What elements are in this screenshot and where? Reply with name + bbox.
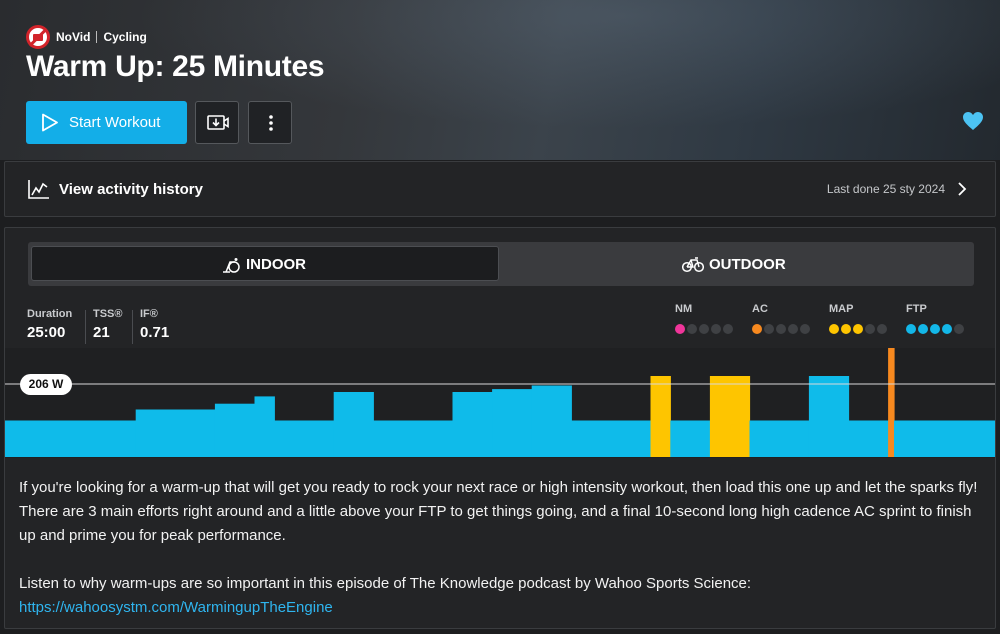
rating-dot [853, 324, 863, 334]
rating-dot [877, 324, 887, 334]
indoor-trainer-icon [223, 257, 240, 273]
interval-bar [135, 409, 216, 457]
zone-map: MAP [829, 303, 887, 334]
rating-dot [687, 324, 697, 334]
if-value: 0.71 [140, 324, 170, 341]
bicycle-icon [682, 256, 704, 272]
chevron-right-icon [958, 182, 967, 196]
rating-dot [711, 324, 721, 334]
play-icon [42, 113, 58, 132]
rating-dot [829, 324, 839, 334]
rating-dot [776, 324, 786, 334]
interval-bar [531, 385, 572, 457]
rating-dot [906, 324, 916, 334]
favorite-heart-icon[interactable] [962, 111, 984, 131]
interval-bar [333, 392, 374, 457]
activity-chart-icon [28, 180, 49, 199]
brand-divider [96, 31, 98, 43]
interval-bar [894, 420, 996, 457]
rating-dot [699, 324, 709, 334]
more-options-button[interactable] [248, 101, 292, 144]
workout-profile-svg [5, 347, 996, 457]
novid-logo-icon [26, 25, 50, 49]
outdoor-text: OUTDOOR [709, 256, 786, 273]
tss-label: TSS® [93, 308, 123, 320]
stat-if[interactable]: IF® 0.71 [140, 308, 169, 341]
interval-bar [373, 420, 454, 457]
interval-bar [274, 420, 335, 457]
start-workout-label: Start Workout [69, 114, 161, 131]
duration-label: Duration [27, 308, 73, 320]
workout-profile-chart: 206 W [5, 347, 996, 458]
interval-bar [670, 420, 711, 457]
duration-value: 25:00 [27, 324, 66, 341]
zone-rating-dots [752, 324, 810, 334]
rating-dot [752, 324, 762, 334]
more-vertical-icon [269, 115, 273, 131]
interval-bar [214, 403, 256, 457]
rating-dot [675, 324, 685, 334]
brand: NoVid Cycling [26, 25, 147, 49]
mode-toggle: INDOOR OUTDOOR [28, 242, 974, 286]
indoor-text: INDOOR [246, 256, 306, 273]
tss-value: 21 [93, 324, 110, 341]
zone-label: NM [675, 303, 693, 315]
stat-tss[interactable]: TSS® 21 [93, 308, 123, 341]
rating-dot [723, 324, 733, 334]
view-history-label: View activity history [59, 181, 203, 198]
ftp-watts-label: 206 W [20, 374, 72, 395]
interval-bar [808, 376, 850, 457]
podcast-link[interactable]: https://wahoosystm.com/WarmingupTheEngin… [19, 599, 333, 616]
rating-dot [865, 324, 875, 334]
rating-dot [800, 324, 810, 334]
interval-bar [709, 376, 751, 457]
interval-bar [452, 392, 493, 457]
interval-bar [492, 389, 533, 457]
download-video-button[interactable] [195, 101, 239, 144]
zone-label: FTP [906, 303, 927, 315]
video-download-icon [207, 115, 229, 130]
brand-name: NoVid [56, 30, 91, 44]
tab-indoor-label: INDOOR [221, 256, 306, 273]
zone-label: AC [752, 303, 768, 315]
zone-nm: NM [675, 303, 733, 334]
interval-bar [254, 396, 275, 457]
stat-divider [132, 310, 133, 344]
interval-bar [749, 420, 810, 457]
description-paragraph: If you're looking for a warm-up that wil… [19, 479, 978, 544]
rating-dot [942, 324, 952, 334]
workout-description: If you're looking for a warm-up that wil… [19, 476, 987, 620]
interval-bar [5, 420, 137, 457]
zone-rating-dots [675, 324, 733, 334]
if-label: IF® [140, 308, 158, 320]
zone-label: MAP [829, 303, 854, 315]
zone-ac: AC [752, 303, 810, 334]
activity-history-row[interactable]: View activity history Last done 25 sty 2… [4, 161, 996, 217]
last-done-text: Last done 25 sty 2024 [826, 182, 945, 196]
rating-dot [764, 324, 774, 334]
interval-bar [888, 347, 895, 457]
rating-dot [930, 324, 940, 334]
zone-rating-dots [829, 324, 887, 334]
rating-dot [954, 324, 964, 334]
description-paragraph: Listen to why warm-ups are so important … [19, 575, 752, 592]
brand-category: Cycling [103, 30, 147, 44]
page-title: Warm Up: 25 Minutes [26, 50, 325, 83]
interval-bar [571, 420, 652, 457]
tab-outdoor[interactable]: OUTDOOR [682, 256, 786, 273]
zone-ftp: FTP [906, 303, 964, 334]
rating-dot [788, 324, 798, 334]
interval-bar [650, 376, 671, 457]
workout-panel: INDOOR OUTDOOR Duration 25:00 TSS® 21 IF… [4, 227, 996, 629]
rating-dot [841, 324, 851, 334]
stat-divider [85, 310, 86, 344]
start-workout-button[interactable]: Start Workout [26, 101, 187, 144]
paragraph-spacer [19, 548, 987, 572]
stat-duration: Duration 25:00 [27, 308, 72, 341]
zone-rating-dots [906, 324, 964, 334]
rating-dot [918, 324, 928, 334]
interval-bar [848, 420, 889, 457]
